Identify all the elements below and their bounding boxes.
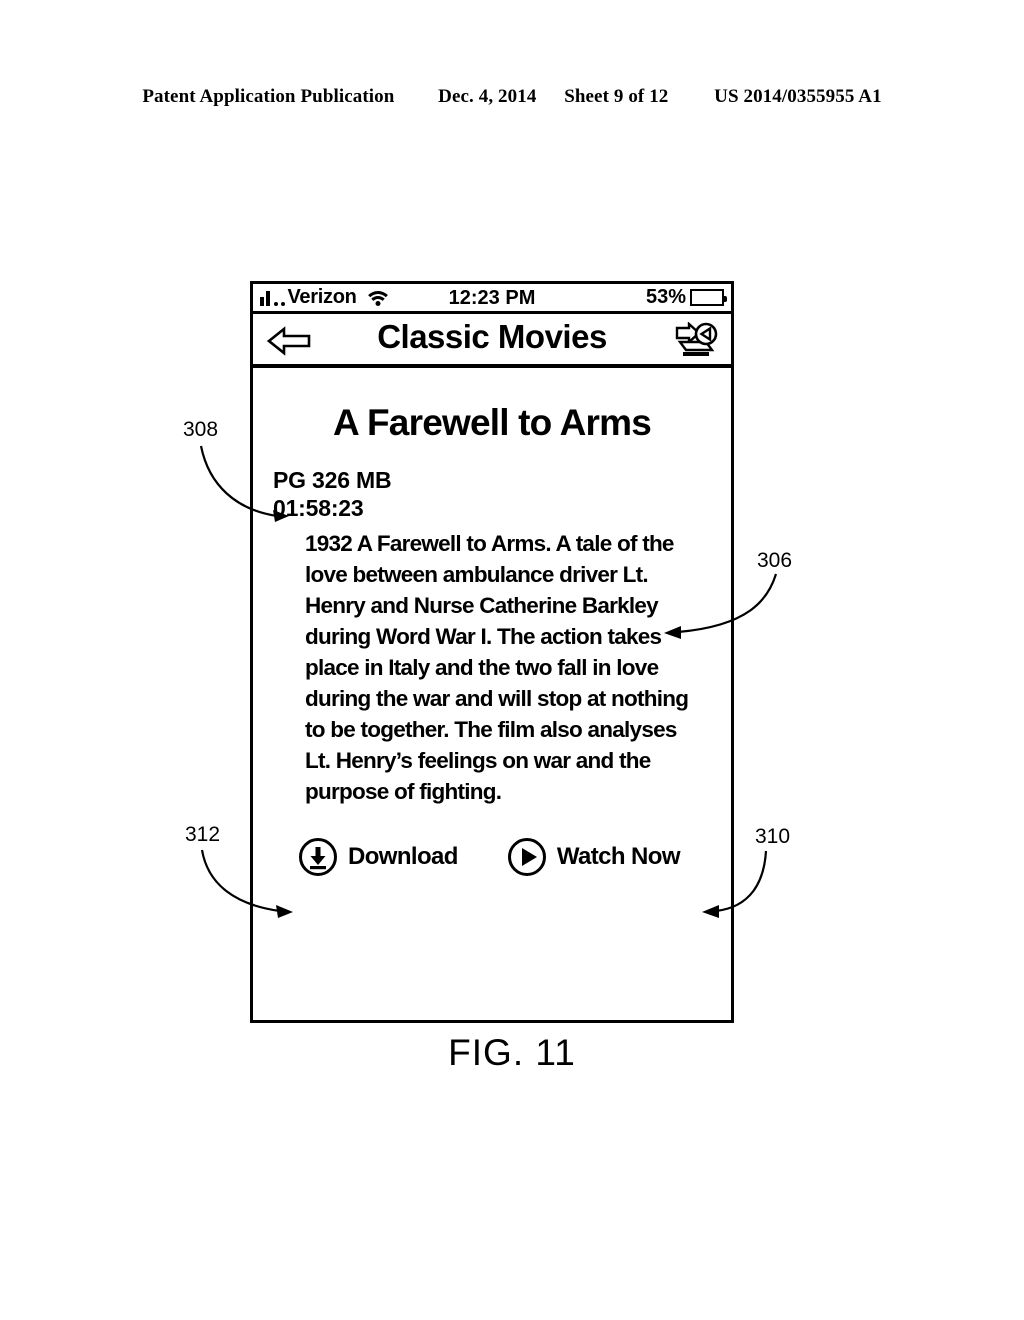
leader-line-306 [664,573,778,639]
battery-group: 53% [645,286,727,309]
movie-metadata: PG 326 MB 01:58:23 [273,466,731,522]
movie-description: 1932 A Farewell to Arms. A tale of the l… [305,531,689,805]
leader-line-312 [200,849,293,918]
download-button-label: Download [348,842,458,870]
watch-now-button[interactable]: Watch Now [507,837,681,876]
sheet-number: Sheet 9 of 12 [564,86,669,107]
app-title: Classic Movies [377,318,607,355]
movie-rating-size: PG 326 MB [273,467,392,493]
leader-line-310 [702,850,768,918]
battery-percent-label: 53% [645,286,686,308]
publication-date: Dec. 4, 2014 [438,86,537,107]
action-button-row: Download Watch Now [253,837,731,876]
watch-now-button-label: Watch Now [556,842,681,870]
download-button[interactable]: Download [299,837,458,876]
battery-tip [724,295,727,302]
patent-number: US 2014/0355955 A1 [714,86,882,107]
patent-page-header: Patent Application Publication Dec. 4, 2… [0,86,1024,108]
battery-icon [690,289,727,306]
play-circle-icon [507,837,546,876]
publication-label: Patent Application Publication [142,86,395,107]
movie-title: A Farewell to Arms [332,402,652,443]
cast-to-device-icon[interactable] [673,321,719,365]
movie-duration: 01:58:23 [273,495,364,522]
leader-line-308 [199,445,289,522]
figure-caption: FIG. 11 [448,1032,576,1073]
app-title-bar: Classic Movies [253,314,731,368]
status-bar: Verizon 12:23 PM 53% [253,284,731,314]
